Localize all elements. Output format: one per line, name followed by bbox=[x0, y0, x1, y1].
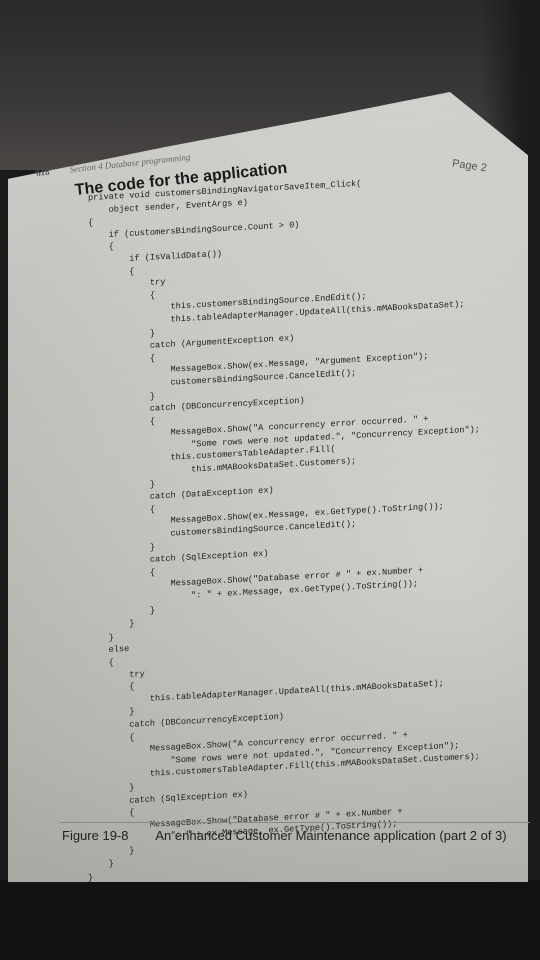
figure-caption: Figure 19-8 An enhanced Customer Mainten… bbox=[62, 828, 507, 843]
figure-caption-text: An enhanced Customer Maintenance applica… bbox=[155, 828, 507, 843]
code-listing: private void customersBindingNavigatorSa… bbox=[88, 171, 480, 884]
page-number: 618 bbox=[35, 166, 50, 178]
dark-background-bottom bbox=[0, 880, 540, 960]
figure-label: Figure 19-8 bbox=[62, 828, 129, 843]
caption-rule bbox=[60, 822, 530, 823]
